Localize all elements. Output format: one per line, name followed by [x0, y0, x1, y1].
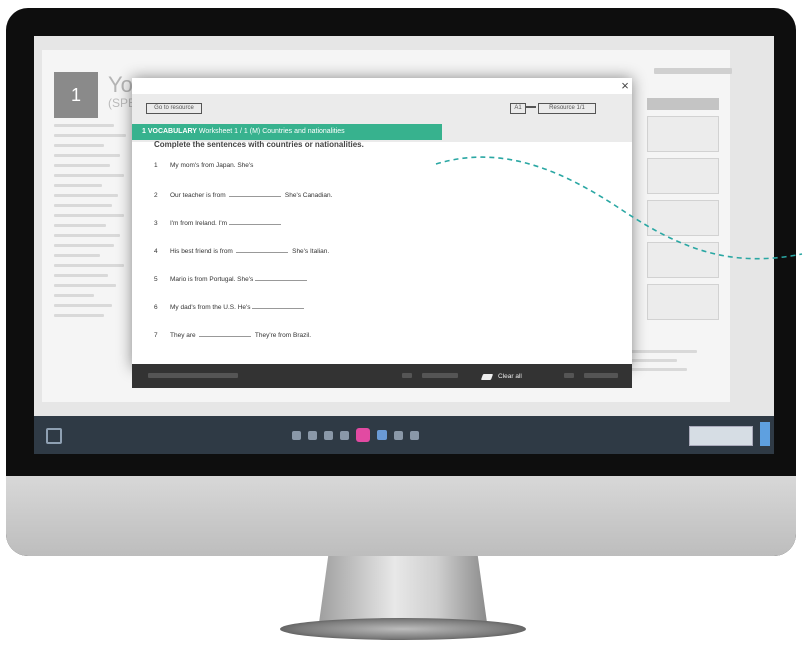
question-text-after: She's Canadian. [284, 192, 333, 199]
go-to-resource-button[interactable]: Go to resource [146, 103, 202, 114]
curve-decoration [435, 156, 803, 260]
left-column-text [54, 124, 134, 324]
question-text: Our teacher is from [170, 192, 226, 199]
monitor-chin [6, 476, 796, 556]
question-text-after: They're from Brazil. [254, 332, 312, 339]
question-text: I'm from Ireland. I'm [170, 220, 228, 227]
answer-field[interactable] [199, 330, 252, 337]
check-answers-button[interactable] [422, 373, 458, 378]
instruction-text: Complete the sentences with countries or… [154, 140, 364, 149]
clear-all-label: Clear all [498, 373, 522, 380]
question-number: 6 [154, 304, 158, 311]
question-number: 3 [154, 220, 158, 227]
resource-button[interactable]: Resource 1/1 [538, 103, 596, 114]
question-row: 2 Our teacher is from She's Canadian. [154, 190, 332, 199]
tool-icon[interactable] [377, 430, 387, 440]
level-button[interactable]: A1 [510, 103, 526, 114]
unit-number: 1 [54, 72, 98, 118]
answer-field[interactable] [252, 302, 305, 309]
question-row: 7 They are They're from Brazil. [154, 330, 311, 339]
eraser-icon [480, 373, 494, 380]
tool-icon[interactable] [340, 430, 349, 440]
tool-icon[interactable] [308, 430, 317, 440]
close-icon[interactable]: × [618, 78, 632, 94]
question-row: 4 His best friend is from She's Italian. [154, 246, 329, 255]
menu-icon[interactable] [46, 428, 62, 444]
question-text: His best friend is from [170, 248, 233, 255]
answer-field[interactable] [229, 190, 282, 197]
question-number: 7 [154, 332, 158, 339]
question-number: 4 [154, 248, 158, 255]
prev-page-icon[interactable] [292, 430, 301, 440]
tool-icon[interactable] [394, 430, 403, 440]
page-navigation [292, 424, 419, 446]
top-right-toolbar [654, 68, 732, 78]
tool-icon[interactable] [324, 430, 333, 440]
answer-field[interactable] [236, 246, 289, 253]
modal-footer: Clear all [132, 364, 632, 388]
print-icon[interactable] [564, 373, 574, 378]
check-icon[interactable] [402, 373, 412, 378]
question-text-after: She's Italian. [292, 248, 330, 255]
resource-thumbnail[interactable] [647, 116, 719, 152]
question-row: 5 Mario is from Portugal. She's [154, 274, 308, 283]
connector-line [526, 106, 536, 108]
question-text: My mom's from Japan. She's [170, 162, 254, 169]
clear-all-button[interactable]: Clear all [480, 370, 522, 383]
banner-subtitle: Worksheet 1 / 1 (M) Countries and nation… [196, 128, 345, 135]
question-text: They are [170, 332, 196, 339]
modal-header: Go to resource A1 Resource 1/1 1 VOCABUL… [132, 94, 632, 142]
worksheet-banner: 1 VOCABULARY Worksheet 1 / 1 (M) Countri… [132, 124, 442, 140]
question-text: Mario is from Portugal. She's [170, 276, 254, 283]
question-text: My dad's from the U.S. He's [170, 304, 251, 311]
current-page-icon[interactable] [356, 428, 370, 442]
side-panel-toggle[interactable] [760, 422, 770, 446]
question-row: 6 My dad's from the U.S. He's [154, 302, 305, 311]
resource-thumbnail[interactable] [647, 284, 719, 320]
footer-label [148, 373, 238, 378]
question-number: 1 [154, 162, 158, 169]
banner-title: 1 VOCABULARY [142, 128, 197, 135]
submit-button[interactable] [584, 373, 618, 378]
monitor-stand-base [280, 618, 526, 640]
question-row: 3 I'm from Ireland. I'm [154, 218, 281, 227]
question-row: 1 My mom's from Japan. She's [154, 162, 253, 169]
next-page-icon[interactable] [410, 430, 419, 440]
zoom-select[interactable] [689, 426, 753, 446]
question-number: 5 [154, 276, 158, 283]
answer-field[interactable] [255, 274, 308, 281]
question-number: 2 [154, 192, 158, 199]
answer-field[interactable] [228, 218, 281, 225]
